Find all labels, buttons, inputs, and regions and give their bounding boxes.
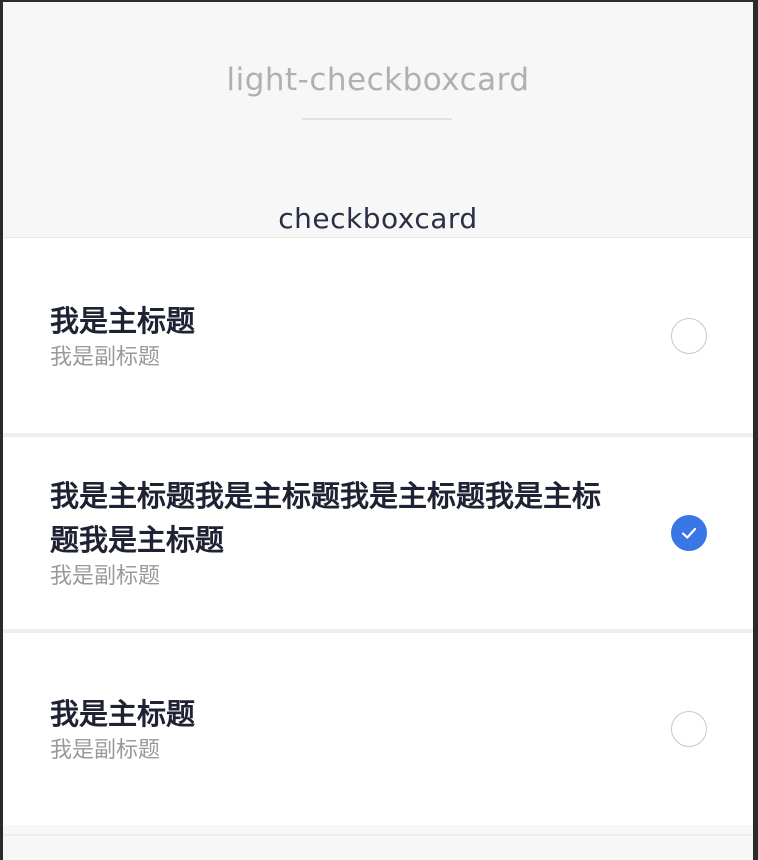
card-text: 我是主标题 我是副标题 bbox=[50, 299, 603, 373]
checkbox-card-list: 我是主标题 我是副标题 我是主标题我是主标题我是主标题我是主标题我是主标题 我是… bbox=[3, 237, 753, 825]
divider bbox=[3, 834, 753, 836]
checkbox-unchecked[interactable] bbox=[671, 317, 707, 354]
card-subtitle: 我是副标题 bbox=[50, 564, 161, 589]
checkbox-card[interactable]: 我是主标题我是主标题我是主标题我是主标题我是主标题 我是副标题 bbox=[3, 433, 753, 629]
checkbox-unchecked[interactable] bbox=[671, 711, 707, 747]
card-title: 我是主标题我是主标题我是主标题我是主标题我是主标题 bbox=[50, 479, 602, 557]
checkmark-icon bbox=[681, 527, 697, 539]
page-title: light-checkboxcard bbox=[226, 62, 530, 98]
app-frame: light-checkboxcard checkboxcard 我是主标题 我是… bbox=[3, 2, 753, 860]
checkbox-card[interactable]: 我是主标题 我是副标题 bbox=[3, 629, 753, 825]
title-divider bbox=[302, 118, 452, 120]
card-subtitle: 我是副标题 bbox=[50, 344, 161, 370]
card-text: 我是主标题我是主标题我是主标题我是主标题我是主标题 我是副标题 bbox=[50, 474, 603, 592]
card-title: 我是主标题 bbox=[50, 697, 196, 731]
checkbox-card[interactable]: 我是主标题 我是副标题 bbox=[3, 237, 753, 433]
page-header: light-checkboxcard checkboxcard bbox=[3, 2, 753, 237]
card-title: 我是主标题 bbox=[50, 303, 196, 338]
section-title: checkboxcard bbox=[278, 202, 478, 235]
card-text: 我是主标题 我是副标题 bbox=[50, 692, 603, 766]
card-subtitle: 我是副标题 bbox=[50, 738, 161, 763]
checkbox-checked[interactable] bbox=[671, 515, 707, 551]
